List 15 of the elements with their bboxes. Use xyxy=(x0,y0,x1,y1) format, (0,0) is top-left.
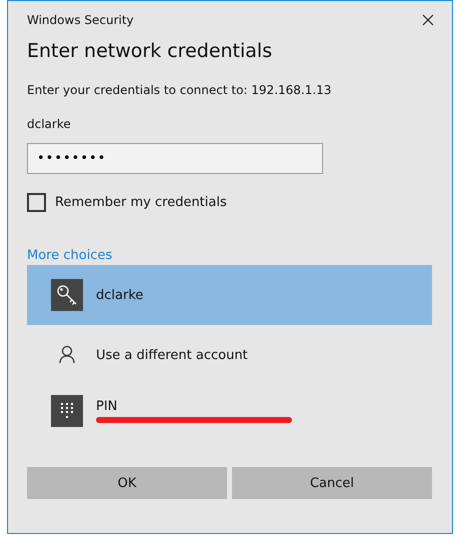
account-option[interactable]: PIN xyxy=(27,385,432,437)
account-option[interactable]: dclarke xyxy=(27,265,432,325)
key-icon xyxy=(51,279,83,311)
password-field[interactable]: •••••••• xyxy=(27,143,323,174)
account-option[interactable]: Use a different account xyxy=(27,325,432,385)
cancel-button[interactable]: Cancel xyxy=(232,467,432,499)
dialog-heading: Enter network credentials xyxy=(27,40,274,62)
close-icon[interactable] xyxy=(422,14,434,26)
keypad-icon xyxy=(51,395,83,427)
prompt-text: Enter your credentials to connect to: 192.168.1.13 xyxy=(27,83,332,97)
remember-label: Remember my credentials xyxy=(55,195,227,210)
remember-checkbox[interactable] xyxy=(27,193,46,212)
window-title: Windows Security xyxy=(27,13,134,27)
username-text: dclarke xyxy=(27,117,72,131)
ok-button[interactable]: OK xyxy=(27,467,227,499)
